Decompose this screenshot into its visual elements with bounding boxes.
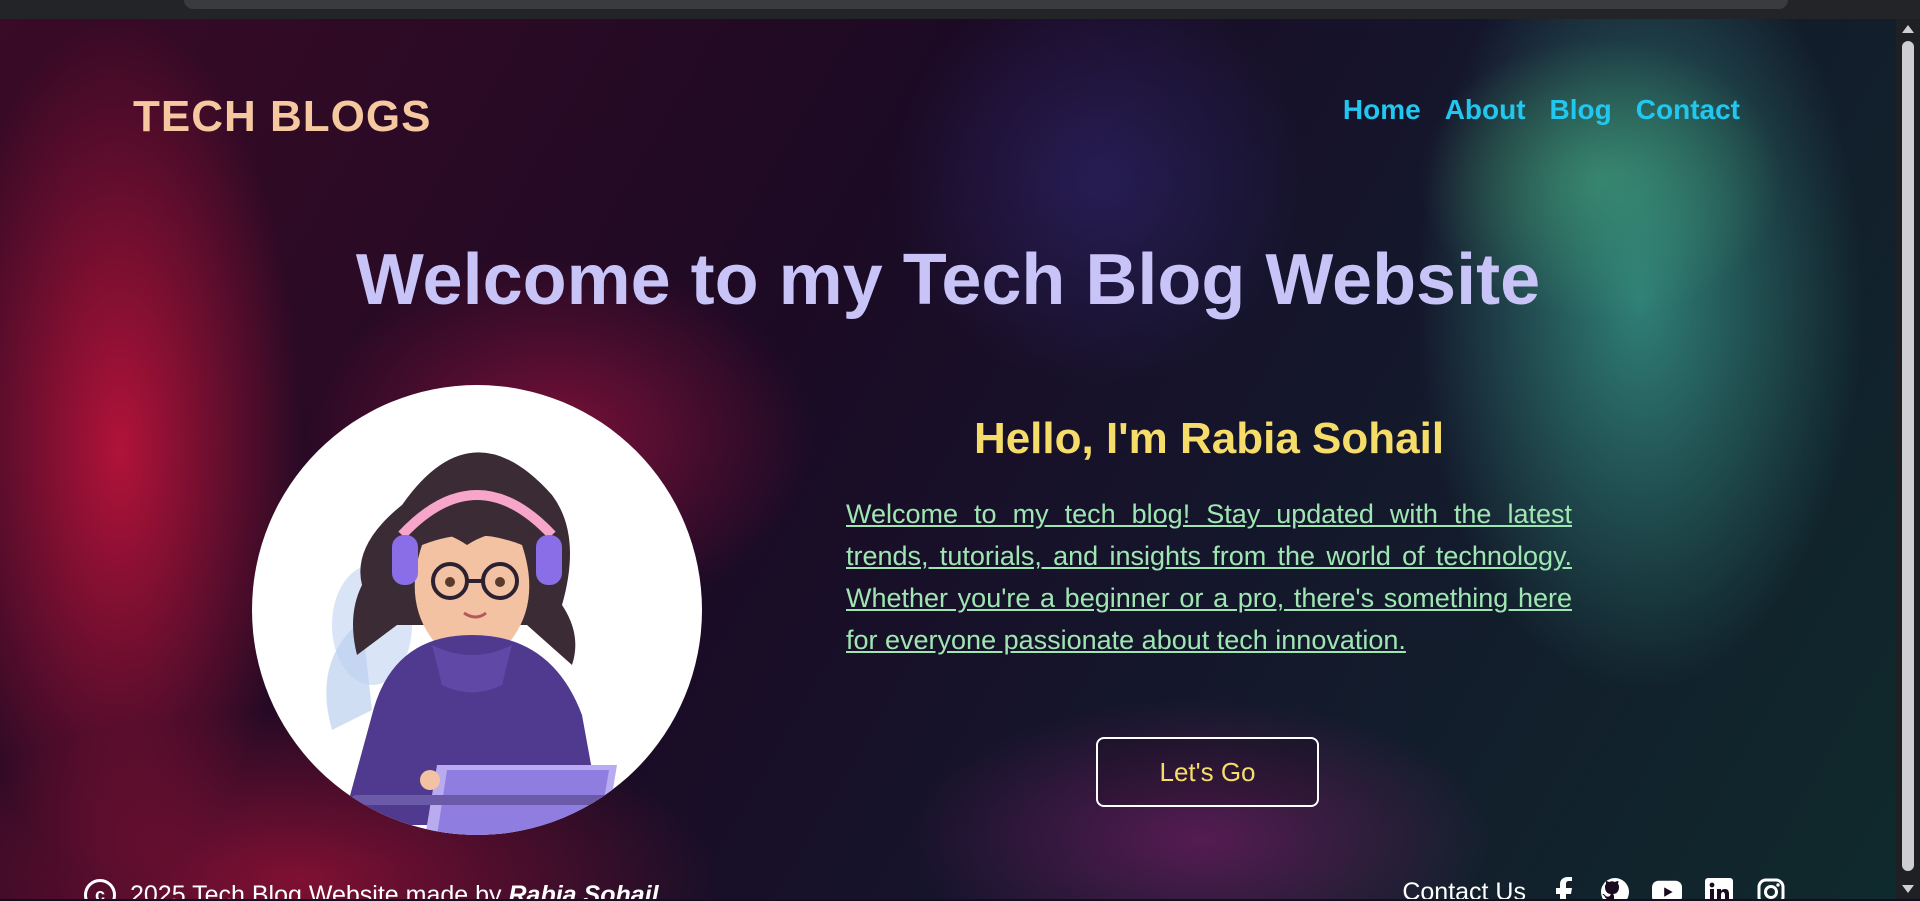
intro-text: Welcome to my tech blog! Stay updated wi… [846,499,1572,655]
copyright-icon: c [84,879,116,899]
lets-go-button[interactable]: Let's Go [1096,737,1319,807]
browser-tab-strip [184,0,1788,9]
profile-avatar [252,385,702,835]
vertical-scrollbar[interactable] [1896,19,1920,899]
page-background: TECH BLOGS Home About Blog Contact Welco… [0,19,1896,899]
nav-about[interactable]: About [1445,94,1526,126]
intro-heading: Hello, I'm Rabia Sohail [973,414,1445,463]
footer-copyright: c 2025 Tech Blog Website made by Rabia S… [84,879,659,899]
linkedin-icon[interactable] [1704,877,1734,899]
scrollbar-thumb[interactable] [1902,41,1914,871]
instagram-icon[interactable] [1756,877,1786,899]
nav-contact[interactable]: Contact [1636,94,1740,126]
scroll-down-icon[interactable] [1902,885,1914,893]
nav-home[interactable]: Home [1343,94,1421,126]
browser-top-bar [0,0,1920,19]
girl-with-laptop-illustration [326,452,632,835]
copyright-text: 2025 Tech Blog Website made by Rabia Soh… [130,881,659,900]
scroll-up-icon[interactable] [1902,25,1914,33]
facebook-icon[interactable] [1548,877,1578,899]
site-logo[interactable]: TECH BLOGS [133,92,431,142]
main-nav: Home About Blog Contact [1343,94,1740,126]
contact-us-label[interactable]: Contact Us [1402,878,1526,900]
copyright-label: 2025 Tech Blog Website made by [130,880,502,900]
author-name: Rabia Sohail [508,880,659,900]
nav-blog[interactable]: Blog [1550,94,1612,126]
hero-title: Welcome to my Tech Blog Website [355,240,1541,320]
footer-social: Contact Us [1402,877,1786,899]
youtube-icon[interactable] [1652,877,1682,899]
github-icon[interactable] [1600,877,1630,899]
